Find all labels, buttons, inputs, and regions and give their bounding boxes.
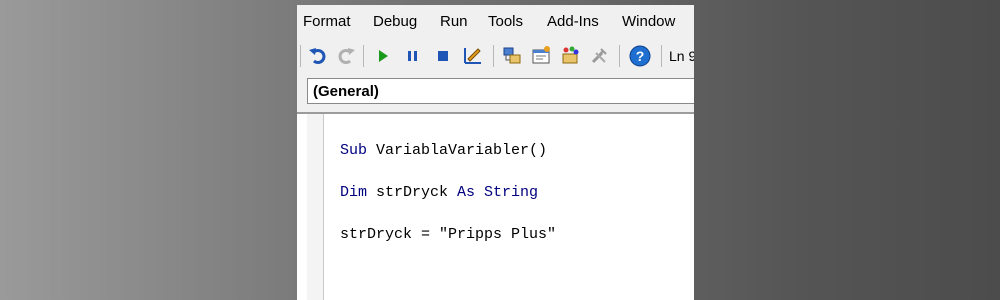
menu-add-ins[interactable]: Add-Ins xyxy=(547,13,599,30)
menu-debug[interactable]: Debug xyxy=(373,13,417,30)
toolbar-separator xyxy=(619,45,620,67)
redo-icon[interactable] xyxy=(334,44,358,68)
undo-icon[interactable] xyxy=(306,44,330,68)
break-icon[interactable] xyxy=(401,44,425,68)
cursor-position-label: Ln 9 xyxy=(669,48,694,64)
menu-window[interactable]: Window xyxy=(622,13,675,30)
run-icon[interactable] xyxy=(371,44,395,68)
margin-indicator-bar[interactable] xyxy=(307,114,324,300)
code-keyword: Sub xyxy=(340,142,368,159)
code-line[interactable]: Sub VariablaVariabler() xyxy=(340,142,547,159)
menu-tools[interactable]: Tools xyxy=(488,13,523,30)
toolbar-separator xyxy=(493,45,494,67)
project-explorer-icon[interactable] xyxy=(500,44,524,68)
reset-icon[interactable] xyxy=(431,44,455,68)
toolbar-separator xyxy=(363,45,364,67)
menu-format[interactable]: Format xyxy=(303,13,351,30)
menu-bar: Format Debug Run Tools Add-Ins Window xyxy=(297,5,694,38)
toolbar-separator xyxy=(661,45,662,67)
object-dropdown[interactable]: (General) xyxy=(307,78,694,104)
toolbar-separator xyxy=(300,45,301,67)
code-editor[interactable]: Sub VariablaVariabler() Dim strDryck As … xyxy=(297,112,694,300)
design-mode-icon[interactable] xyxy=(461,44,485,68)
code-keyword: As String xyxy=(457,184,539,201)
code-text: strDryck = "Pripps Plus" xyxy=(340,226,557,243)
menu-run[interactable]: Run xyxy=(440,13,468,30)
code-line[interactable]: Dim strDryck As String xyxy=(340,184,538,201)
object-browser-icon[interactable] xyxy=(558,44,582,68)
svg-text:?: ? xyxy=(636,48,645,64)
properties-window-icon[interactable] xyxy=(529,44,553,68)
code-line[interactable]: strDryck = "Pripps Plus" xyxy=(340,226,556,243)
code-text: VariablaVariabler() xyxy=(367,142,548,159)
standard-toolbar: ? Ln 9 xyxy=(297,39,694,71)
vba-editor-window: Format Debug Run Tools Add-Ins Window ? … xyxy=(297,5,694,300)
help-icon[interactable]: ? xyxy=(628,44,652,68)
code-window-header: (General) xyxy=(297,72,694,112)
code-text: strDryck xyxy=(367,184,458,201)
code-keyword: Dim xyxy=(340,184,368,201)
toolbox-icon[interactable] xyxy=(587,44,611,68)
